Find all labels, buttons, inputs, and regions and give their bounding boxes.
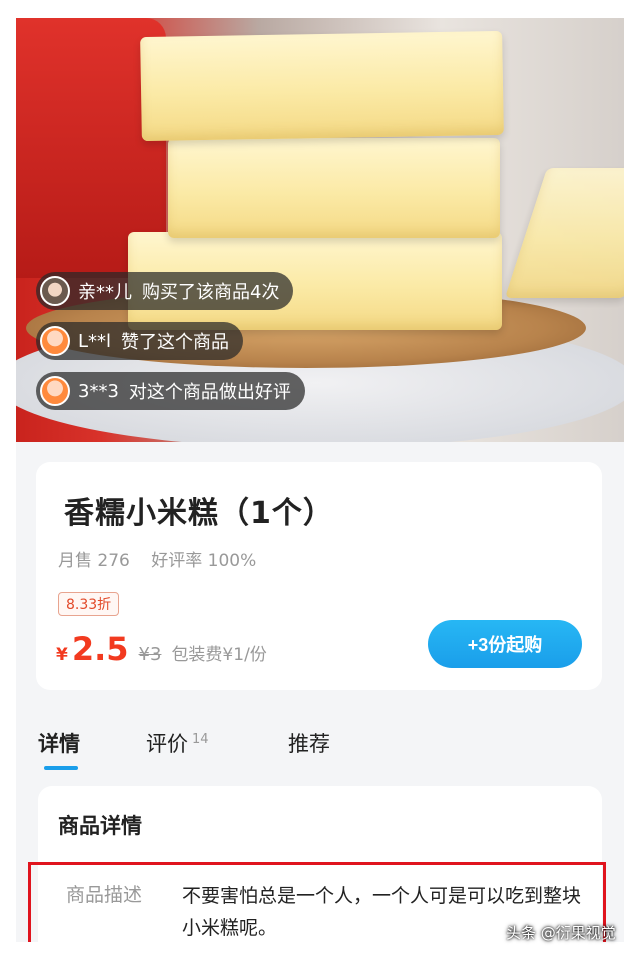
details-title: 商品详情 — [58, 814, 142, 838]
cake-slice — [504, 168, 624, 298]
activity-action: 对这个商品做出好评 — [128, 382, 291, 403]
details-card: 商品详情 商品描述 不要害怕总是一个人，一个人可是可以吃到整块小米糕呢。 — [28, 786, 606, 942]
price-row: ¥ 2.5 ¥3 包装费¥1/份 — [56, 630, 267, 668]
buy-button[interactable]: +3份起购 — [428, 620, 582, 668]
screen: 亲**儿 购买了该商品4次 L**l 赞了这个商品 3**3 对这个商品做出好评… — [16, 18, 624, 942]
currency-symbol: ¥ — [56, 645, 68, 665]
watermark: 头条 @衍果视觉 — [506, 924, 616, 942]
product-meta: 月售 276 好评率 100% — [58, 546, 256, 571]
avatar — [40, 376, 70, 406]
tab-label: 详情 — [38, 732, 80, 756]
desc-label: 商品描述 — [66, 884, 143, 906]
original-price: ¥3 — [138, 644, 162, 665]
activity-bubble: 亲**儿 购买了该商品4次 — [36, 272, 294, 310]
tab-reviews[interactable]: 评价 14 — [146, 728, 209, 758]
activity-bubble: L**l 赞了这个商品 — [36, 322, 244, 360]
activity-action: 购买了该商品4次 — [142, 282, 280, 303]
tab-label: 推荐 — [288, 732, 330, 756]
product-title: 香糯小米糕（1个） — [64, 496, 334, 531]
review-count: 14 — [192, 732, 209, 747]
product-card: 香糯小米糕（1个） 月售 276 好评率 100% 8.33折 ¥ 2.5 ¥3… — [36, 462, 602, 690]
price: 2.5 — [71, 630, 129, 668]
tab-bar: 详情 评价 14 推荐 — [38, 728, 598, 776]
activity-user: L**l — [78, 330, 112, 352]
tab-recommend[interactable]: 推荐 — [288, 728, 330, 758]
avatar — [40, 276, 70, 306]
packaging-fee: 包装费¥1/份 — [171, 645, 267, 665]
tab-label: 评价 — [146, 732, 188, 756]
activity-bubble: 3**3 对这个商品做出好评 — [36, 372, 305, 410]
tab-active-indicator — [44, 766, 78, 770]
cake-slice — [140, 30, 504, 142]
avatar — [40, 326, 70, 356]
product-image: 亲**儿 购买了该商品4次 L**l 赞了这个商品 3**3 对这个商品做出好评 — [16, 18, 624, 442]
activity-user: 亲**儿 — [78, 282, 132, 303]
cake-slice — [168, 138, 500, 238]
activity-action: 赞了这个商品 — [121, 332, 230, 353]
monthly-sales: 月售 276 — [58, 551, 130, 571]
rating: 好评率 100% — [151, 551, 257, 571]
tab-details[interactable]: 详情 — [38, 728, 80, 758]
activity-user: 3**3 — [78, 380, 119, 402]
discount-badge: 8.33折 — [58, 592, 120, 616]
